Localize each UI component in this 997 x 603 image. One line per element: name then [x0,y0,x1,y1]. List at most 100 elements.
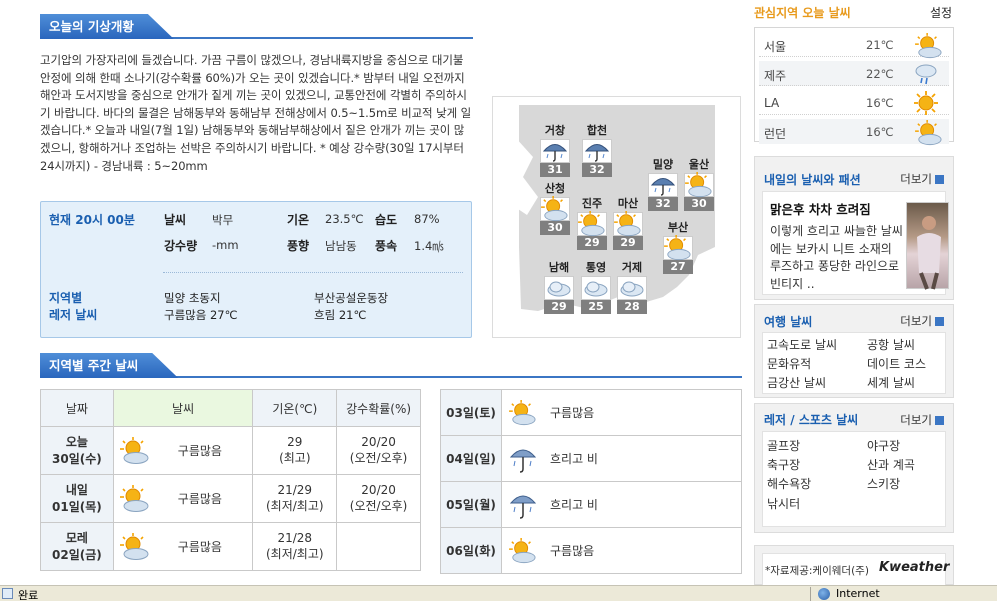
date-cell: 모레 02일(금) [40,522,114,571]
fashion-headline[interactable]: 맑은후 차차 흐려짐 [770,199,871,218]
weather-text: 흐리고 비 [550,452,598,466]
weekly-section-header: 지역별 주간 날씨 [40,353,742,378]
arrow-right-icon [935,317,944,326]
map-city-4[interactable]: 울산 30 [684,157,714,211]
humidity-value: 87% [414,212,440,226]
weather-cell: 구름많음 [501,527,742,574]
rain-icon [540,139,570,163]
city-temp: 29 [613,236,643,250]
map-city-5[interactable]: 산청 30 [540,181,570,235]
leisure-sports-title[interactable]: 레저 / 스포츠 날씨 [764,411,858,428]
link-beach[interactable]: 해수욕장 [767,475,811,492]
table-row: 06일(화) 구름많음 [440,527,742,574]
fashion-more-link[interactable]: 더보기 [900,171,944,187]
city-name: 울산 [688,158,710,171]
table-row: 05일(월) 흐리고 비 [440,481,742,528]
umbrella-icon [508,445,538,473]
weather-text: 구름많음 [550,544,595,558]
link-mountain[interactable]: 산과 계곡 [867,456,915,473]
city-name: 밀양 [652,158,674,171]
weather-key: 날씨 [164,213,187,227]
rain-cell: 20/20 (오전/오후) [336,426,421,475]
interest-row[interactable]: 제주 22℃ [759,61,949,86]
day-date: 01일(목) [52,499,102,514]
map-city-7[interactable]: 마산 29 [613,196,643,250]
city-temp: 25 [581,300,611,314]
current-time-label: 현재 20시 00분 [49,213,135,227]
rain-value: -mm [212,238,239,252]
shower-icon [914,62,938,89]
interest-city: LA [764,96,780,110]
map-city-2[interactable]: 합천 32 [582,123,612,177]
col-temp: 기온(℃) [252,389,338,427]
link-heritage[interactable]: 문화유적 [767,355,811,372]
date-cell: 오늘 30일(수) [40,426,114,475]
leisure-place-2[interactable]: 부산공설운동장 [314,290,388,306]
weekly-later-table: 03일(토) 구름많음 04일(일) 흐리고 비 05일(월) 흐리고 비 06일(화) 구름… [440,389,742,574]
partly-cloudy-icon [684,172,714,198]
travel-title[interactable]: 여행 날씨 [764,313,812,330]
settings-link[interactable]: 설정 [930,4,952,21]
city-temp: 28 [617,300,647,314]
kweather-logo[interactable]: Kweather [879,560,949,575]
interest-temp: 16℃ [866,125,894,139]
map-city-8[interactable]: 부산 27 [663,220,693,274]
arrow-right-icon [935,416,944,425]
leisure-cond-2: 흐림 21℃ [314,308,367,322]
travel-more-link[interactable]: 더보기 [900,313,944,329]
zone-text: Internet [836,587,880,600]
partly-cloudy-icon [119,484,150,513]
summary-section-title: 오늘의 기상개황 [40,14,174,39]
rain-icon [582,139,612,163]
city-temp: 29 [544,300,574,314]
interest-row[interactable]: 런던 16℃ [759,119,949,146]
city-temp: 30 [540,221,570,235]
fashion-title[interactable]: 내일의 날씨와 패션 [764,171,861,188]
interest-row[interactable]: 서울 21℃ [759,32,949,59]
link-date-course[interactable]: 데이트 코스 [867,355,926,372]
weather-cell: 구름많음 [112,426,254,475]
link-golf[interactable]: 골프장 [767,437,800,454]
travel-links: 고속도로 날씨 공항 날씨 문화유적 데이트 코스 금강산 날씨 세계 날씨 [762,332,946,394]
link-world[interactable]: 세계 날씨 [867,374,915,391]
map-city-11[interactable]: 거제 28 [617,260,647,314]
link-airport[interactable]: 공항 날씨 [867,336,915,353]
link-fishing[interactable]: 낚시터 [767,495,800,512]
link-highway[interactable]: 고속도로 날씨 [767,336,837,353]
rain-cell [336,522,421,571]
leisure-label-1: 지역별 [49,291,83,305]
partly-cloudy-icon [540,196,570,222]
leisure-place-1[interactable]: 밀양 초동지 [164,290,221,306]
date-cell: 06일(화) [440,527,502,574]
leisure-links: 골프장 야구장 축구장 산과 계곡 해수욕장 스키장 낚시터 [762,431,946,527]
city-name: 통영 [585,261,607,274]
city-name: 부산 [667,221,689,234]
map-city-9[interactable]: 남해 29 [544,260,574,314]
table-row: 오늘 30일(수) 구름많음 29 (최고) 20/20 (오전/오후) [40,426,421,475]
partly-cloudy-icon [663,235,693,261]
link-soccer[interactable]: 축구장 [767,456,800,473]
map-city-10[interactable]: 통영 25 [581,260,611,314]
link-baseball[interactable]: 야구장 [867,437,900,454]
temp-cell: 29 (최고) [252,426,338,475]
interest-title: 관심지역 오늘 날씨 [754,6,851,20]
city-temp: 30 [684,197,714,211]
leisure-more-link[interactable]: 더보기 [900,412,944,428]
partly-cloudy-icon [914,120,944,149]
rain-cell: 20/20 (오전/오후) [336,474,421,523]
city-temp: 32 [648,197,678,211]
map-city-3[interactable]: 밀양 32 [648,157,678,211]
link-ski[interactable]: 스키장 [867,475,900,492]
map-city-6[interactable]: 진주 29 [577,196,607,250]
temp-value: 23.5℃ [325,212,364,226]
interest-temp: 21℃ [866,38,894,52]
table-row: 내일 01일(목) 구름많음 21/29 (최저/최고) 20/20 (오전/오후) [40,474,421,523]
map-city-1[interactable]: 거창 31 [540,123,570,177]
arrow-right-icon [935,175,944,184]
travel-panel: 여행 날씨 더보기 고속도로 날씨 공항 날씨 문화유적 데이트 코스 금강산 … [754,304,954,398]
interest-row[interactable]: LA 16℃ [759,90,949,115]
fashion-photo[interactable] [906,202,949,290]
link-geumgang[interactable]: 금강산 날씨 [767,374,826,391]
date-cell: 03일(토) [440,389,502,436]
day-label: 모레 [65,530,88,545]
